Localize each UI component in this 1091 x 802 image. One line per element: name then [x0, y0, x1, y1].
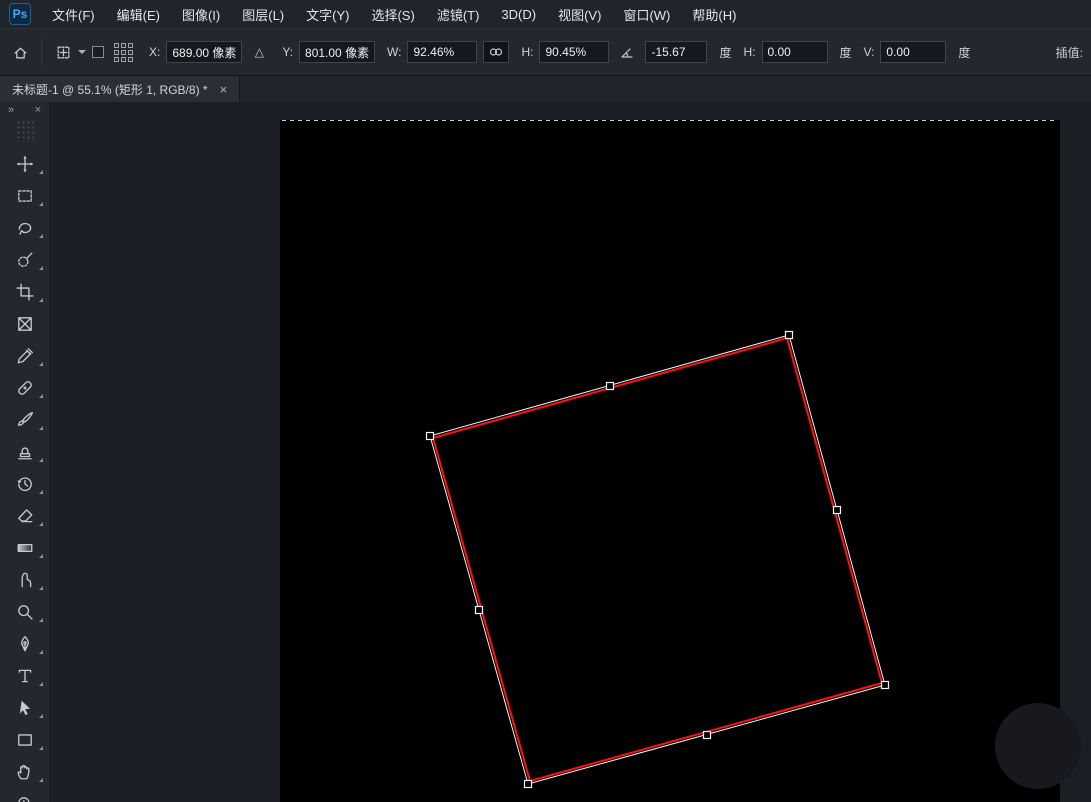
options-bar: X: △ Y: W: H: 度 H: 度 V: 度 插值: — [0, 28, 1091, 76]
separator — [41, 38, 42, 66]
document-tab-bar: 未标题-1 @ 55.1% (矩形 1, RGB/8) * × — [0, 76, 1091, 102]
reference-point-locator[interactable] — [114, 43, 133, 62]
menu-file[interactable]: 文件(F) — [41, 0, 106, 28]
skew-v-input[interactable] — [880, 41, 946, 63]
width-label: W: — [387, 45, 401, 59]
y-input[interactable] — [299, 41, 375, 63]
quick-selection-tool[interactable] — [0, 244, 50, 276]
rotation-unit: 度 — [719, 44, 731, 61]
height-label: H: — [521, 45, 533, 59]
history-brush-tool[interactable] — [0, 468, 50, 500]
rotation-input[interactable] — [645, 41, 707, 63]
crop-tool[interactable] — [0, 276, 50, 308]
x-label: X: — [149, 45, 160, 59]
smudge-tool[interactable] — [0, 564, 50, 596]
eyedropper-tool[interactable] — [0, 340, 50, 372]
relative-position-toggle[interactable]: △ — [248, 41, 270, 63]
lasso-tool[interactable] — [0, 212, 50, 244]
tool-bar: » × — [0, 102, 50, 802]
pasteboard — [50, 102, 1091, 802]
document-tab-title: 未标题-1 @ 55.1% (矩形 1, RGB/8) * — [12, 81, 208, 98]
zoom-tool[interactable] — [0, 788, 50, 802]
rectangular-marquee-tool[interactable] — [0, 180, 50, 212]
transform-tool-icon — [51, 40, 75, 64]
transform-tool-preset[interactable] — [51, 40, 86, 64]
skew-h-label: H: — [744, 45, 756, 59]
x-input[interactable] — [166, 41, 242, 63]
photoshop-window: Ps 文件(F) 编辑(E) 图像(I) 图层(L) 文字(Y) 选择(S) 滤… — [0, 0, 1091, 802]
transform-overlay[interactable] — [280, 120, 1060, 802]
tool-panel-header: » × — [0, 102, 49, 117]
eraser-tool[interactable] — [0, 500, 50, 532]
interpolation-label: 插值: — [1056, 44, 1083, 61]
panel-collapse-icon[interactable]: » — [8, 104, 14, 116]
hand-tool[interactable] — [0, 756, 50, 788]
path-selection-tool[interactable] — [0, 692, 50, 724]
menu-image[interactable]: 图像(I) — [171, 0, 231, 28]
menu-help[interactable]: 帮助(H) — [681, 0, 747, 28]
tab-close-icon[interactable]: × — [220, 82, 228, 97]
gradient-tool[interactable] — [0, 532, 50, 564]
menu-select[interactable]: 选择(S) — [360, 0, 425, 28]
menu-type[interactable]: 文字(Y) — [295, 0, 360, 28]
frame-tool[interactable] — [0, 308, 50, 340]
healing-brush-tool[interactable] — [0, 372, 50, 404]
move-tool[interactable] — [0, 148, 50, 180]
rotate-angle-icon — [615, 40, 639, 64]
pen-tool[interactable] — [0, 628, 50, 660]
menu-view[interactable]: 视图(V) — [547, 0, 612, 28]
menu-layer[interactable]: 图层(L) — [231, 0, 295, 28]
dodge-tool[interactable] — [0, 596, 50, 628]
home-icon[interactable] — [8, 40, 32, 64]
height-input[interactable] — [539, 41, 609, 63]
skew-h-input[interactable] — [762, 41, 828, 63]
photoshop-logo: Ps — [9, 3, 31, 25]
brush-tool[interactable] — [0, 404, 50, 436]
canvas[interactable] — [280, 120, 1060, 802]
width-input[interactable] — [407, 41, 477, 63]
link-dimensions-icon[interactable] — [483, 41, 509, 63]
chevron-down-icon — [78, 50, 86, 54]
rectangle-tool[interactable] — [0, 724, 50, 756]
clone-stamp-tool[interactable] — [0, 436, 50, 468]
panel-drag-handle[interactable] — [16, 120, 34, 142]
document-tab[interactable]: 未标题-1 @ 55.1% (矩形 1, RGB/8) * × — [0, 76, 240, 102]
menu-edit[interactable]: 编辑(E) — [106, 0, 171, 28]
menu-window[interactable]: 窗口(W) — [612, 0, 681, 28]
reference-point-checkbox[interactable] — [92, 46, 104, 58]
collapsed-panel-indicator — [995, 703, 1081, 789]
skew-v-unit: 度 — [958, 44, 970, 61]
menu-3d[interactable]: 3D(D) — [490, 0, 547, 28]
panel-close-icon[interactable]: × — [35, 104, 41, 116]
skew-v-label: V: — [864, 45, 875, 59]
skew-h-unit: 度 — [840, 44, 852, 61]
menu-filter[interactable]: 滤镜(T) — [426, 0, 491, 28]
y-label: Y: — [282, 45, 293, 59]
menu-bar: Ps 文件(F) 编辑(E) 图像(I) 图层(L) 文字(Y) 选择(S) 滤… — [0, 0, 1091, 28]
type-tool[interactable] — [0, 660, 50, 692]
